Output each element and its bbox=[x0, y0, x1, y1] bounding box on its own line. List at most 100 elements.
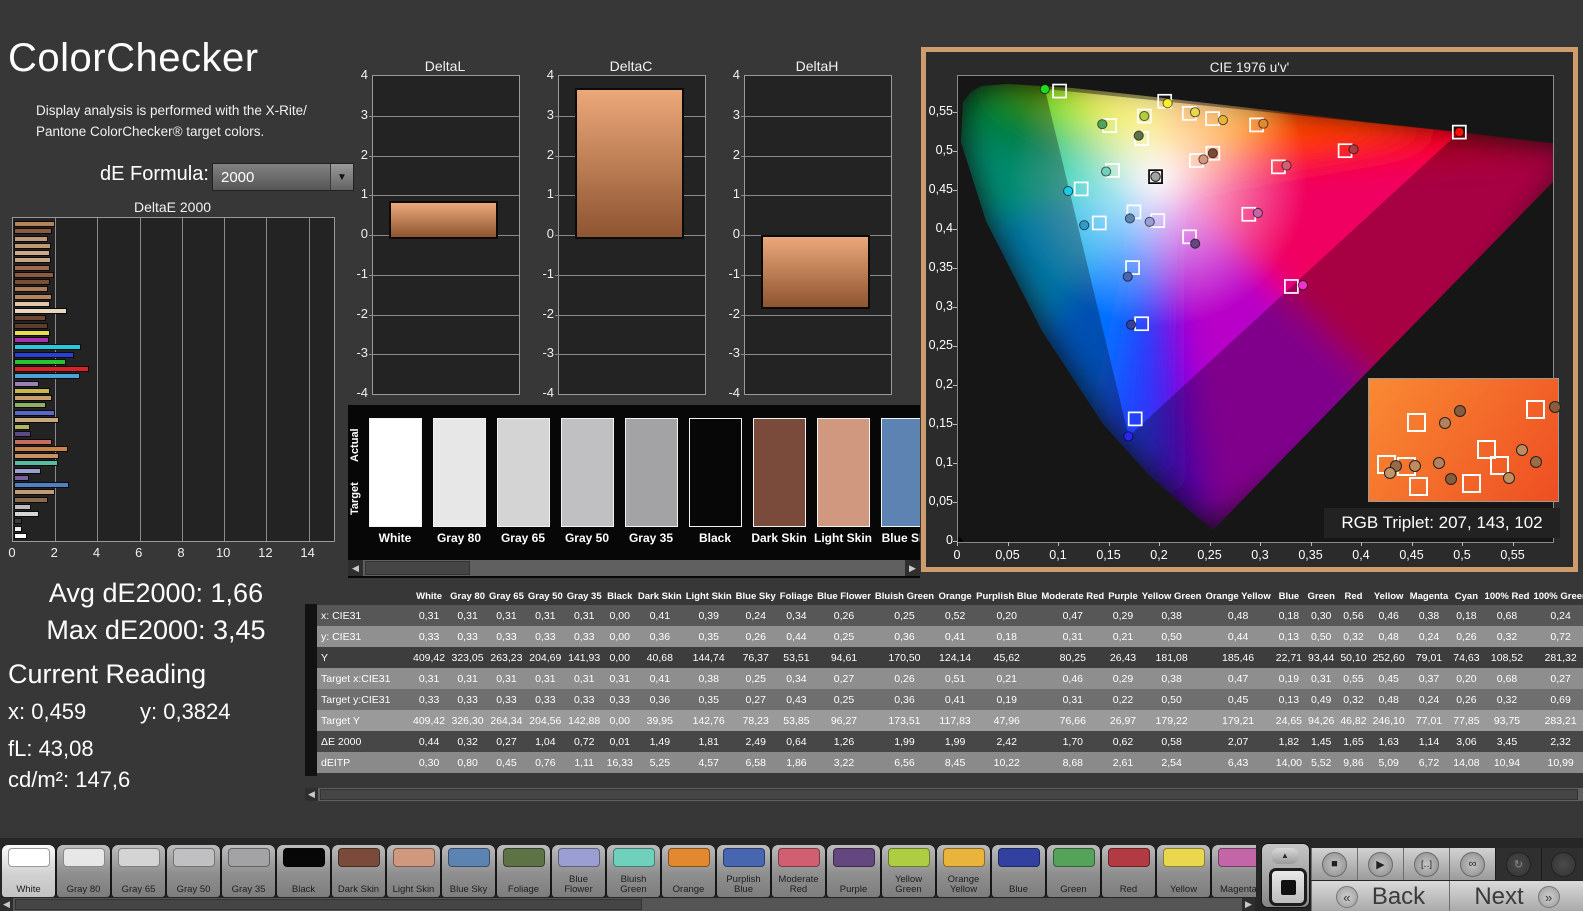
y-tick-label: -3 bbox=[542, 345, 554, 361]
table-cell: 1,99 bbox=[894, 735, 915, 748]
x-tick-label: 12 bbox=[258, 545, 273, 560]
scroll-right-icon[interactable]: ▶ bbox=[905, 560, 920, 576]
strip-scrollbar-thumb[interactable] bbox=[365, 561, 470, 575]
table-cell: 94,61 bbox=[830, 651, 858, 664]
table-cell: 0,52 bbox=[944, 609, 966, 622]
refresh-button[interactable]: ↻ bbox=[1495, 848, 1541, 880]
color-chip bbox=[392, 848, 435, 867]
table-cell: 26,97 bbox=[1109, 714, 1137, 727]
color-button-purplish-blue[interactable]: Purplish Blue bbox=[717, 845, 770, 897]
color-button-label: White bbox=[16, 884, 41, 895]
color-button-gray-65[interactable]: Gray 65 bbox=[112, 845, 165, 897]
table-cell: 0,31 bbox=[457, 609, 478, 622]
table-cell: 76,66 bbox=[1059, 714, 1086, 727]
color-button-bluish-green[interactable]: Bluish Green bbox=[607, 845, 660, 897]
table-cell: 0,31 bbox=[1062, 630, 1084, 643]
color-button-black[interactable]: Black bbox=[277, 845, 330, 897]
color-button-yellow-green[interactable]: Yellow Green bbox=[882, 845, 935, 897]
table-cell: 0,27 bbox=[745, 693, 766, 706]
table-cell: 0,26 bbox=[745, 630, 766, 643]
cie-actual-point bbox=[1097, 119, 1108, 130]
strip-swatch-label: Dark Skin bbox=[751, 531, 807, 545]
color-button-light-skin[interactable]: Light Skin bbox=[387, 845, 440, 897]
deltae-bar bbox=[14, 387, 50, 394]
next-button[interactable]: Next » bbox=[1449, 881, 1583, 911]
cie-y-tick: 0,3 bbox=[935, 299, 953, 314]
color-chip bbox=[447, 848, 490, 867]
deltae-bar bbox=[14, 242, 51, 249]
color-button-foliage[interactable]: Foliage bbox=[497, 845, 550, 897]
gridline bbox=[266, 218, 268, 541]
table-cell: 0,27 bbox=[496, 735, 517, 748]
table-cell: 1,63 bbox=[1378, 735, 1399, 748]
table-row: y: CIE31 0,33 0,33 0,33 0,33 0,33 0,00 0,36 0,35… bbox=[305, 626, 1583, 647]
toolbar-scrollbar-thumb[interactable] bbox=[15, 899, 642, 910]
strip-scrollbar[interactable]: ◀ ▶ bbox=[348, 560, 920, 576]
toolbar-scrollbar[interactable]: ◀ ▶ bbox=[0, 898, 1255, 911]
chevron-right-icon: » bbox=[1537, 886, 1560, 908]
color-button-gray-35[interactable]: Gray 35 bbox=[222, 845, 275, 897]
table-cell: 0,68 bbox=[1496, 609, 1518, 622]
table-cell: 0,48 bbox=[1378, 630, 1399, 643]
scroll-right-icon[interactable]: ▶ bbox=[1242, 898, 1255, 911]
color-button-gray-50[interactable]: Gray 50 bbox=[167, 845, 220, 897]
color-button-orange[interactable]: Orange bbox=[662, 845, 715, 897]
table-scrollbar-thumb[interactable] bbox=[320, 789, 1578, 800]
color-button-blue-sky[interactable]: Blue Sky bbox=[442, 845, 495, 897]
table-cell: 141,93 bbox=[568, 651, 601, 664]
scroll-left-icon[interactable]: ◀ bbox=[305, 788, 318, 801]
gridline bbox=[97, 218, 99, 541]
color-button-dark-skin[interactable]: Dark Skin bbox=[332, 845, 385, 897]
table-cell: 2,49 bbox=[745, 735, 766, 748]
color-button-gray-80[interactable]: Gray 80 bbox=[57, 845, 110, 897]
table-col-header: Purplish Blue bbox=[976, 591, 1038, 602]
collapse-up-button[interactable]: ▲ bbox=[1271, 848, 1299, 864]
table-cell: 263,23 bbox=[490, 651, 523, 664]
color-button-blue-flower[interactable]: Blue Flower bbox=[552, 845, 605, 897]
loop-button[interactable]: ∞ bbox=[1449, 848, 1495, 880]
table-cell: 3,06 bbox=[1456, 735, 1477, 748]
table-cell: 3,45 bbox=[1496, 735, 1518, 748]
back-button[interactable]: « Back bbox=[1311, 881, 1449, 911]
gridline bbox=[369, 274, 519, 276]
table-cell: 0,33 bbox=[457, 630, 478, 643]
table-col-header: Blue bbox=[1278, 591, 1300, 602]
color-chip bbox=[1107, 848, 1150, 867]
step-button[interactable]: [‥] bbox=[1403, 848, 1449, 880]
color-chip bbox=[997, 848, 1040, 867]
color-button-yellow[interactable]: Yellow bbox=[1157, 845, 1210, 897]
table-cell: 0,35 bbox=[698, 630, 719, 643]
gridline bbox=[308, 218, 310, 541]
color-button-moderate-red[interactable]: Moderate Red bbox=[772, 845, 825, 897]
scroll-left-icon[interactable]: ◀ bbox=[348, 560, 363, 576]
table-cell: 0,31 bbox=[418, 672, 440, 685]
color-button-magenta[interactable]: Magenta bbox=[1212, 845, 1256, 897]
color-button-purple[interactable]: Purple bbox=[827, 845, 880, 897]
stop-button[interactable]: ■ bbox=[1311, 848, 1357, 880]
target-label: Target bbox=[349, 482, 361, 516]
play-button[interactable]: ▶ bbox=[1357, 848, 1403, 880]
table-cell: 0,35 bbox=[698, 693, 719, 706]
x-tick-label: 10 bbox=[215, 545, 231, 560]
page-title: ColorChecker bbox=[8, 36, 259, 80]
cie-target-square bbox=[1134, 316, 1149, 332]
gridline bbox=[555, 314, 705, 316]
inset-target-square bbox=[1461, 474, 1481, 494]
color-button-green[interactable]: Green bbox=[1047, 845, 1100, 897]
color-chip bbox=[832, 848, 875, 867]
table-scrollbar[interactable]: ◀ bbox=[305, 788, 1583, 801]
pattern-window-button[interactable] bbox=[1269, 868, 1307, 906]
deltae-bar bbox=[14, 329, 50, 336]
color-button-blue[interactable]: Blue bbox=[992, 845, 1045, 897]
de-formula-dropdown[interactable]: 2000 ▼ bbox=[212, 163, 354, 191]
color-button-red[interactable]: Red bbox=[1102, 845, 1155, 897]
table-cell: 0,33 bbox=[573, 693, 595, 706]
scroll-left-icon[interactable]: ◀ bbox=[0, 898, 13, 911]
color-button-white[interactable]: White bbox=[2, 845, 55, 897]
deltae-bar bbox=[14, 308, 67, 314]
table-cell: 0,26 bbox=[1456, 630, 1477, 643]
table-cell: 93,44 bbox=[1308, 651, 1335, 664]
gridline bbox=[369, 195, 519, 197]
color-button-orange-yellow[interactable]: Orange Yellow bbox=[937, 845, 990, 897]
table-col-header: Bluish Green bbox=[874, 591, 935, 602]
